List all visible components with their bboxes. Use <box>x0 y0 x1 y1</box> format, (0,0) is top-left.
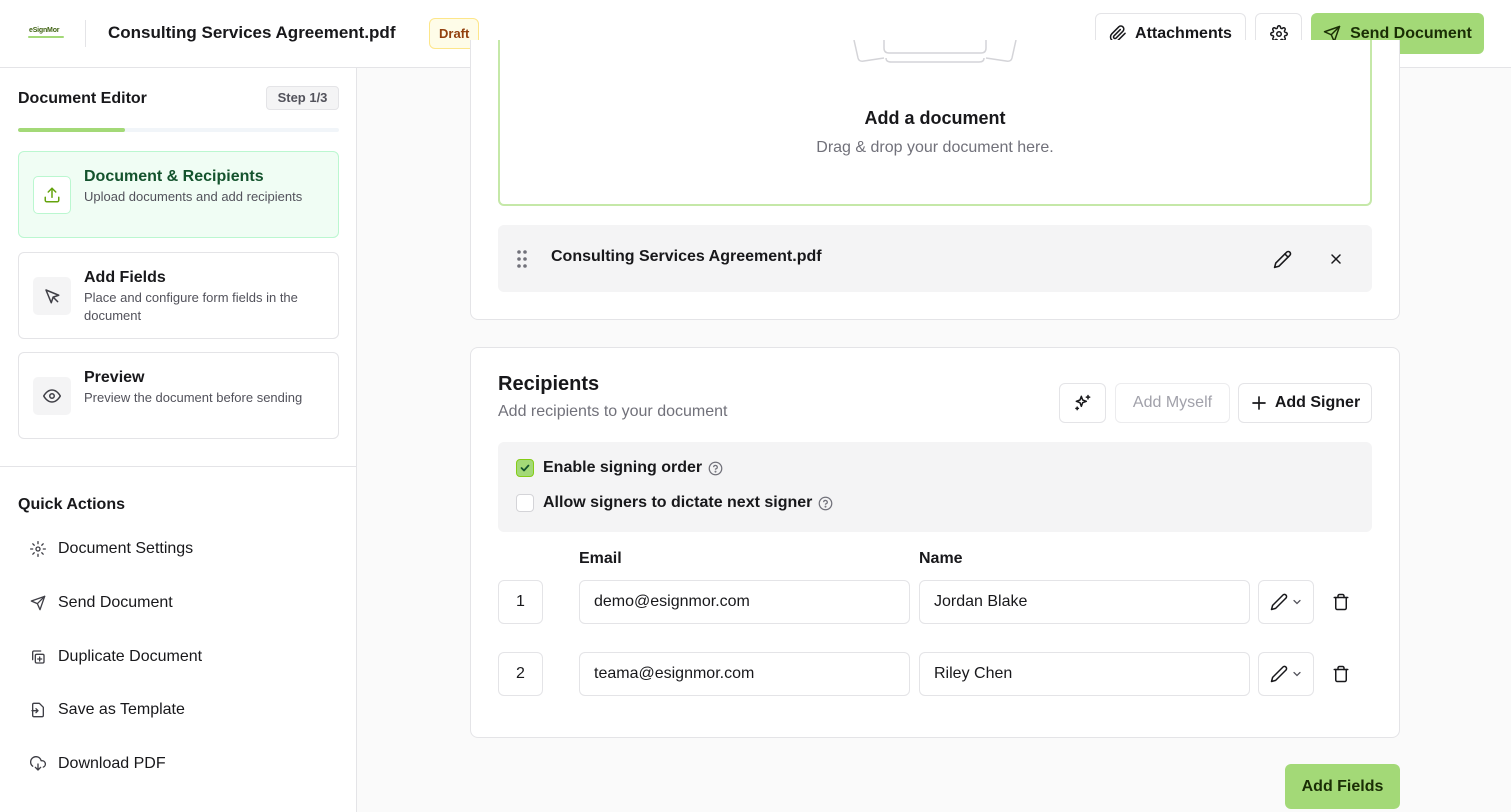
signer-role-select[interactable] <box>1258 580 1314 624</box>
chevron-down-icon <box>1291 668 1303 680</box>
quick-action-label: Send Document <box>58 594 173 611</box>
rename-file-button[interactable] <box>1268 245 1296 273</box>
header-divider <box>85 20 86 47</box>
trash-icon <box>1332 593 1350 611</box>
document-dropzone[interactable]: Add a document Drag & drop your document… <box>498 40 1372 206</box>
trash-icon <box>1332 665 1350 683</box>
pencil-icon <box>1273 250 1292 269</box>
quick-action-label: Duplicate Document <box>58 648 203 665</box>
chevron-down-icon <box>1291 596 1303 608</box>
signing-order-label: Enable signing order <box>543 459 703 476</box>
template-icon <box>18 702 58 718</box>
help-icon[interactable] <box>708 461 723 476</box>
recipients-subtitle: Add recipients to your document <box>498 403 728 420</box>
add-signer-button[interactable]: Add Signer <box>1238 383 1372 423</box>
step-title: Add Fields <box>84 269 166 286</box>
dropzone-subtitle: Drag & drop your document here. <box>816 139 1054 156</box>
delete-signer-button[interactable] <box>1327 588 1355 616</box>
ai-suggest-button[interactable] <box>1059 383 1106 423</box>
step-document-recipients[interactable]: Document & Recipients Upload documents a… <box>18 151 339 238</box>
dictate-next-signer-label: Allow signers to dictate next signer <box>543 494 813 511</box>
drag-handle-icon[interactable] <box>516 249 528 269</box>
send-icon <box>18 595 58 611</box>
recipients-title: Recipients <box>498 373 600 395</box>
download-icon <box>18 756 58 772</box>
sidebar: Document Editor Step 1/3 Document & Reci… <box>0 68 357 812</box>
quick-action-label: Document Settings <box>58 540 194 557</box>
uploaded-file-row: Consulting Services Agreement.pdf <box>498 225 1372 292</box>
signing-order-input[interactable]: 1 <box>498 580 543 624</box>
duplicate-icon <box>18 649 58 665</box>
document-title: Consulting Services Agreement.pdf <box>108 23 396 42</box>
quick-action-document-settings[interactable]: Document Settings <box>18 530 338 568</box>
signing-order-input[interactable]: 2 <box>498 652 543 696</box>
upload-icon <box>33 176 71 214</box>
step-preview[interactable]: Preview Preview the document before send… <box>18 352 339 439</box>
sparkles-icon <box>1073 393 1093 413</box>
step-title: Preview <box>84 369 145 386</box>
name-field[interactable]: Riley Chen <box>919 652 1250 696</box>
add-myself-button[interactable]: Add Myself <box>1115 383 1230 423</box>
name-field[interactable]: Jordan Blake <box>919 580 1250 624</box>
step-progress-bar <box>18 128 339 132</box>
step-description: Place and configure form fields in the d… <box>84 290 298 323</box>
dictate-next-signer-checkbox[interactable] <box>516 494 534 512</box>
logo-underline <box>28 36 64 38</box>
email-field[interactable]: teama@esignmor.com <box>579 652 910 696</box>
sidebar-title: Document Editor <box>18 90 147 107</box>
step-title: Document & Recipients <box>84 168 264 185</box>
pen-icon <box>1270 665 1288 683</box>
add-fields-button[interactable]: Add Fields <box>1285 764 1400 809</box>
email-field[interactable]: demo@esignmor.com <box>579 580 910 624</box>
step-progress-fill <box>18 128 125 132</box>
logo-text: eSignMor <box>29 27 60 34</box>
document-stack-icon <box>850 40 1020 90</box>
step-description: Preview the document before sending <box>84 390 303 405</box>
delete-signer-button[interactable] <box>1327 660 1355 688</box>
quick-action-label: Save as Template <box>58 701 185 718</box>
cursor-icon <box>33 277 71 315</box>
signer-row: 2 teama@esignmor.com Riley Chen <box>498 652 1372 696</box>
quick-action-download-pdf[interactable]: Download PDF <box>18 745 338 783</box>
quick-action-send-document[interactable]: Send Document <box>18 584 338 622</box>
step-badge: Step 1/3 <box>266 86 339 110</box>
remove-file-button[interactable] <box>1322 245 1350 273</box>
brand-logo[interactable]: eSignMor <box>28 24 66 42</box>
plus-icon <box>1250 394 1268 412</box>
signer-role-select[interactable] <box>1258 652 1314 696</box>
signing-options-panel: Enable signing order Allow signers to di… <box>498 442 1372 532</box>
gear-icon <box>18 541 58 557</box>
quick-action-label: Download PDF <box>58 755 166 772</box>
dictate-next-signer-option[interactable]: Allow signers to dictate next signer <box>516 494 833 512</box>
step-description: Upload documents and add recipients <box>84 189 303 204</box>
name-column-header: Name <box>919 550 963 567</box>
check-icon <box>520 464 530 472</box>
signer-row: 1 demo@esignmor.com Jordan Blake <box>498 580 1372 624</box>
add-signer-label: Add Signer <box>1274 394 1361 411</box>
quick-actions-title: Quick Actions <box>18 496 125 513</box>
signing-order-checkbox[interactable] <box>516 459 534 477</box>
pen-icon <box>1270 593 1288 611</box>
quick-action-save-template[interactable]: Save as Template <box>18 691 338 729</box>
signing-order-option[interactable]: Enable signing order <box>516 459 723 477</box>
recipients-card: Recipients Add recipients to your docume… <box>470 347 1400 738</box>
sidebar-divider <box>0 466 357 467</box>
email-column-header: Email <box>579 550 622 567</box>
dropzone-title: Add a document <box>864 108 1006 128</box>
help-icon[interactable] <box>818 496 833 511</box>
close-icon <box>1328 251 1344 267</box>
quick-action-duplicate-document[interactable]: Duplicate Document <box>18 638 338 676</box>
eye-icon <box>33 377 71 415</box>
file-name: Consulting Services Agreement.pdf <box>551 248 822 265</box>
step-add-fields[interactable]: Add Fields Place and configure form fiel… <box>18 252 339 339</box>
